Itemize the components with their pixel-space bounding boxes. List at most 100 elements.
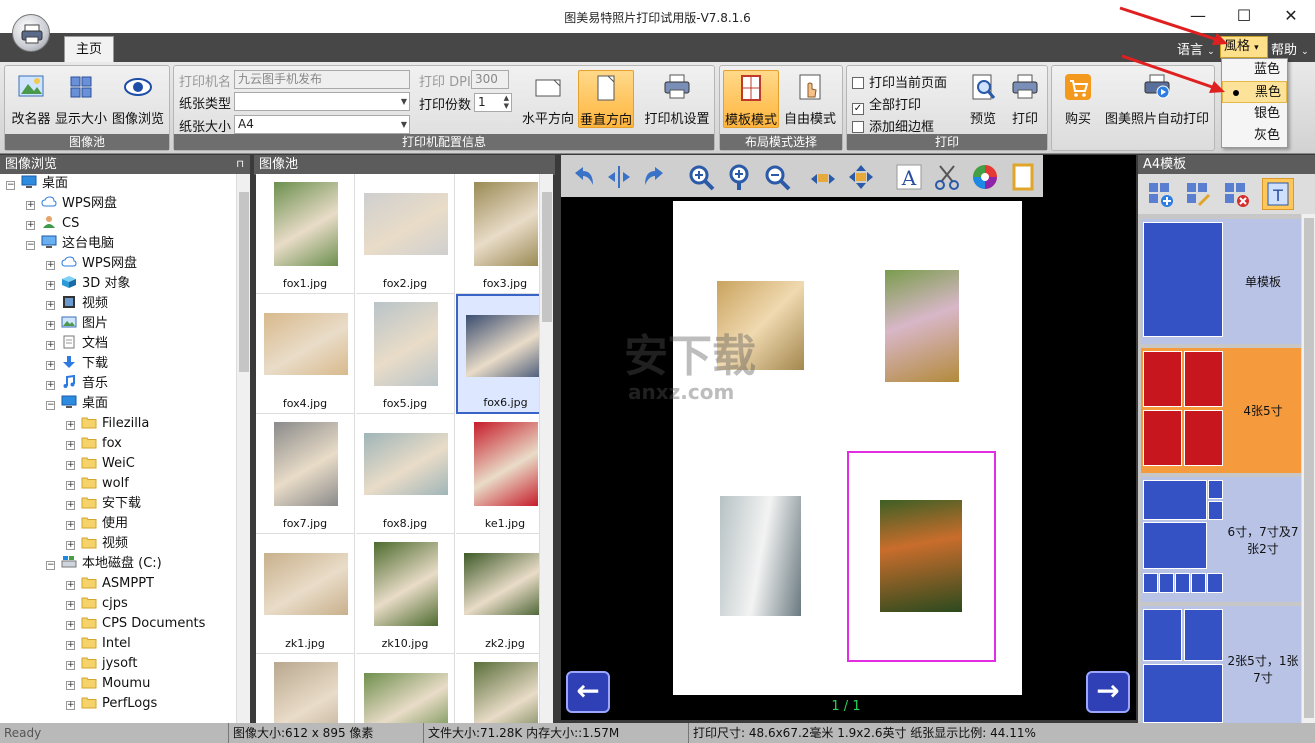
image-browse-button[interactable]: 图像浏览 — [109, 70, 167, 128]
image-thumbnail[interactable] — [456, 654, 539, 723]
color-wheel-icon[interactable] — [971, 163, 999, 191]
zoom-fit-icon[interactable] — [725, 163, 753, 191]
expand-icon[interactable]: + — [66, 521, 75, 530]
image-thumbnail[interactable] — [256, 654, 355, 723]
rotate-left-icon[interactable] — [569, 163, 597, 191]
template-item[interactable]: 6寸，7寸及7张2寸 — [1141, 477, 1304, 602]
expand-icon[interactable]: + — [26, 201, 35, 210]
tab-home[interactable]: 主页 — [64, 36, 114, 63]
style-option-gray[interactable]: 灰色 — [1222, 125, 1287, 147]
print-current-checkbox[interactable]: 打印当前页面 — [852, 72, 947, 91]
expand-icon[interactable]: + — [66, 581, 75, 590]
expand-icon[interactable]: + — [66, 601, 75, 610]
frame-icon[interactable] — [1009, 163, 1037, 191]
image-thumbnail[interactable]: fox5.jpg — [356, 294, 455, 414]
paper-type-select[interactable]: ▼ — [234, 92, 410, 111]
expand-icon[interactable]: + — [46, 361, 55, 370]
scrollbar-thumb[interactable] — [542, 192, 552, 322]
template-item[interactable]: 2张5寸，1张7寸 — [1141, 606, 1304, 731]
tree-node[interactable]: + Moumu — [66, 674, 150, 694]
tree-node[interactable]: − 本地磁盘 (C:) — [46, 554, 162, 574]
tree-node[interactable]: + 下载 — [46, 354, 108, 374]
next-page-button[interactable]: → — [1086, 671, 1130, 713]
template-item[interactable]: 单模板 — [1141, 219, 1304, 344]
expand-icon[interactable]: + — [46, 341, 55, 350]
printer-setup-button[interactable]: 打印机设置 — [642, 70, 712, 128]
expand-icon[interactable]: − — [6, 181, 15, 190]
pool-scrollbar[interactable] — [539, 174, 553, 723]
dpi-field[interactable]: 300 — [471, 70, 509, 89]
tree-scrollbar[interactable] — [236, 174, 250, 723]
expand-icon[interactable]: + — [66, 481, 75, 490]
tree-node[interactable]: − 这台电脑 — [26, 234, 114, 254]
expand-icon[interactable]: + — [66, 421, 75, 430]
flip-horizontal-icon[interactable] — [605, 163, 633, 191]
placed-photo[interactable] — [885, 270, 959, 382]
zoom-in-icon[interactable] — [687, 163, 715, 191]
preview-button[interactable]: 预览 — [963, 70, 1003, 128]
image-thumbnail[interactable] — [356, 654, 455, 723]
tree-node[interactable]: + Filezilla — [66, 414, 149, 434]
buy-button[interactable]: 购买 — [1056, 70, 1100, 128]
paper-size-select[interactable]: A4 ▼ — [234, 115, 410, 134]
tree-node[interactable]: + wolf — [66, 474, 129, 494]
text-template-button[interactable]: T — [1262, 178, 1294, 210]
expand-icon[interactable]: + — [66, 461, 75, 470]
display-size-button[interactable]: 显示大小 — [55, 70, 107, 128]
expand-icon[interactable]: + — [66, 501, 75, 510]
edit-template-icon[interactable] — [1184, 180, 1212, 208]
image-thumbnail[interactable]: ke1.jpg — [456, 414, 539, 534]
landscape-button[interactable]: 水平方向 — [520, 70, 576, 128]
tree-node[interactable]: + ASMPPT — [66, 574, 154, 594]
placed-photo[interactable] — [880, 500, 962, 612]
text-icon[interactable]: A — [895, 163, 923, 191]
add-template-icon[interactable] — [1146, 180, 1174, 208]
tree-node[interactable]: + 安下载 — [66, 494, 141, 514]
expand-icon[interactable]: + — [66, 441, 75, 450]
free-mode-button[interactable]: 自由模式 — [781, 70, 839, 128]
tree-node[interactable]: + jysoft — [66, 654, 137, 674]
tree-node[interactable]: + PerfLogs — [66, 694, 157, 714]
image-thumbnail[interactable]: zk10.jpg — [356, 534, 455, 654]
tree-node[interactable]: + CS — [26, 214, 79, 234]
close-button[interactable]: ✕ — [1268, 0, 1314, 32]
move-horizontal-icon[interactable] — [809, 163, 837, 191]
placed-photo[interactable] — [720, 496, 801, 616]
tree-node[interactable]: + fox — [66, 434, 122, 454]
expand-icon[interactable]: + — [66, 661, 75, 670]
image-thumbnail[interactable]: fox6.jpg — [456, 294, 539, 414]
expand-icon[interactable]: − — [46, 561, 55, 570]
tree-node[interactable]: +3D 对象 — [46, 274, 130, 294]
tree-node[interactable]: + cjps — [66, 594, 128, 614]
expand-icon[interactable]: + — [66, 621, 75, 630]
tree-node[interactable]: + 文档 — [46, 334, 108, 354]
zoom-out-icon[interactable] — [763, 163, 791, 191]
help-menu[interactable]: 帮助 ⌄ — [1271, 39, 1309, 58]
image-thumbnail[interactable]: zk1.jpg — [256, 534, 355, 654]
expand-icon[interactable]: + — [46, 381, 55, 390]
tree-node[interactable]: + CPS Documents — [66, 614, 205, 634]
expand-icon[interactable]: + — [46, 261, 55, 270]
rename-button[interactable]: 改名器 — [9, 70, 53, 128]
template-item[interactable]: 4张5寸 — [1141, 348, 1304, 473]
tree-node[interactable]: + 视频 — [66, 534, 128, 554]
move-all-icon[interactable] — [847, 163, 875, 191]
expand-icon[interactable]: − — [46, 401, 55, 410]
tree-node[interactable]: − 桌面 — [6, 174, 68, 194]
template-scrollbar[interactable] — [1301, 214, 1315, 723]
tree-node[interactable]: + WPS网盘 — [46, 254, 137, 274]
portrait-button[interactable]: 垂直方向 — [578, 70, 634, 128]
image-thumbnail[interactable]: fox4.jpg — [256, 294, 355, 414]
app-menu-button[interactable] — [12, 14, 50, 52]
print-button[interactable]: 打印 — [1005, 70, 1045, 128]
delete-template-icon[interactable] — [1222, 180, 1250, 208]
tree-node[interactable]: + WPS网盘 — [26, 194, 117, 214]
tree-node[interactable]: + 图片 — [46, 314, 108, 334]
pin-icon[interactable]: ⊓ — [236, 155, 244, 175]
tree-node[interactable]: + 使用 — [66, 514, 128, 534]
template-mode-button[interactable]: 模板模式 — [723, 70, 779, 128]
tree-node[interactable]: + 视频 — [46, 294, 108, 314]
image-thumbnail[interactable]: fox2.jpg — [356, 174, 455, 294]
image-thumbnail[interactable]: fox7.jpg — [256, 414, 355, 534]
copies-stepper[interactable]: 1 ▲ ▼ — [474, 93, 512, 112]
